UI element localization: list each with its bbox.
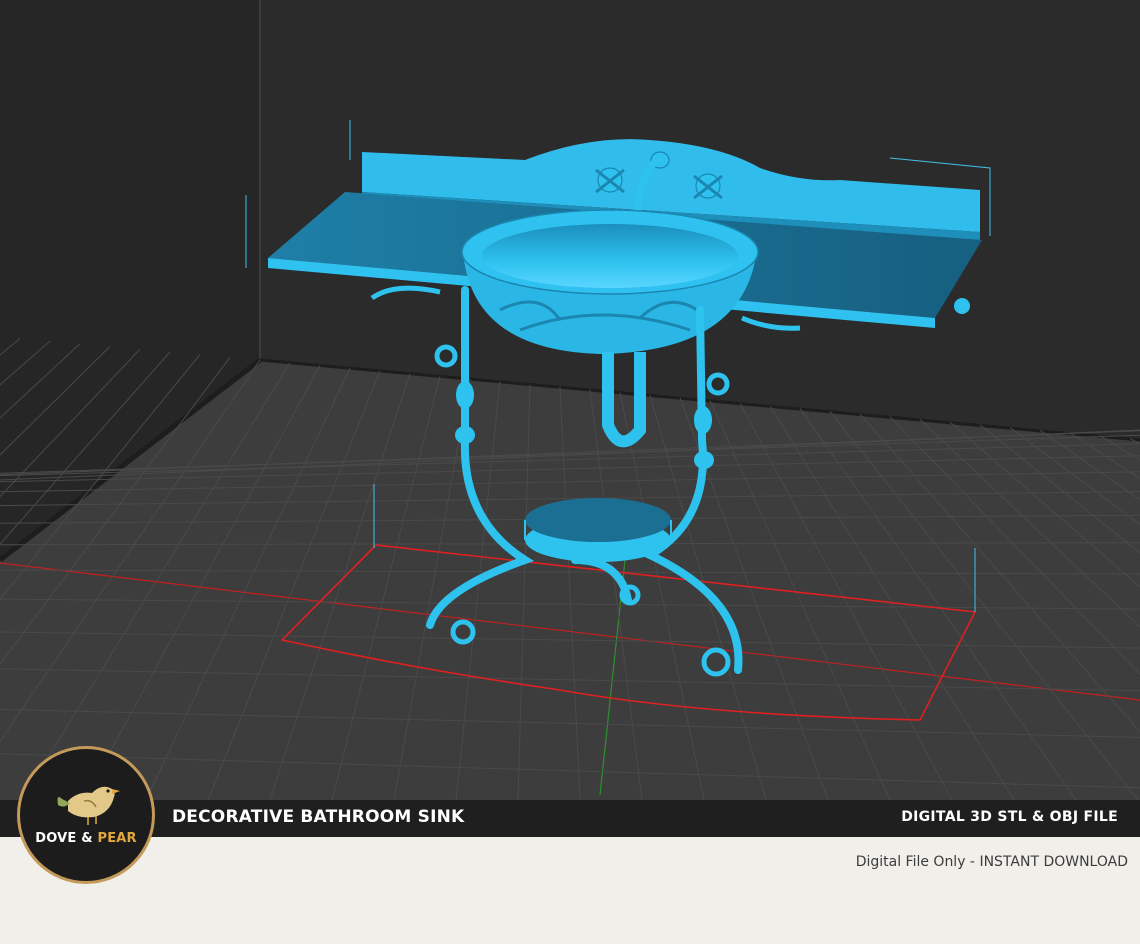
wall-bracket — [954, 298, 970, 314]
scene-3d — [0, 0, 1140, 800]
title-banner: DECORATIVE BATHROOM SINK DIGITAL 3D STL … — [0, 800, 1140, 837]
brand-logo: DOVE & PEAR — [17, 746, 155, 884]
brand-word-pear: PEAR — [97, 831, 137, 846]
file-format-label: DIGITAL 3D STL & OBJ FILE — [901, 809, 1118, 825]
brand-word-dove: DOVE — [35, 831, 77, 846]
download-tagline: Digital File Only - INSTANT DOWNLOAD — [855, 854, 1128, 870]
bird-icon — [57, 786, 120, 825]
brand-ampersand: & — [81, 831, 93, 846]
brand-name: DOVE & PEAR — [20, 831, 152, 846]
model-viewport[interactable] — [0, 0, 1140, 800]
product-title: DECORATIVE BATHROOM SINK — [172, 807, 465, 827]
lower-shelf — [524, 498, 672, 562]
